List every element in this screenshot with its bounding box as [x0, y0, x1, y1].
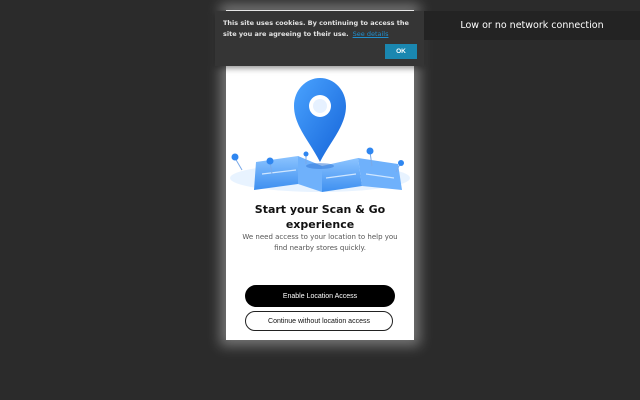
page-subtitle: We need access to your location to help …	[242, 233, 398, 252]
pin-shadow	[306, 163, 334, 169]
cookie-message: This site uses cookies. By continuing to…	[223, 18, 418, 40]
folded-map	[254, 156, 402, 192]
location-illustration	[230, 78, 410, 192]
page-title: Start your Scan & Go experience	[254, 203, 386, 231]
continue-without-location-button[interactable]: Continue without location access	[245, 311, 393, 331]
app-viewport: Start your Scan & Go experience We need …	[0, 0, 640, 400]
cookie-ok-button[interactable]: OK	[385, 44, 417, 59]
cookie-details-link[interactable]: See details	[353, 30, 389, 38]
enable-location-button[interactable]: Enable Location Access	[245, 285, 395, 307]
cookie-banner: This site uses cookies. By continuing to…	[215, 11, 424, 66]
network-status-banner: Low or no network connection	[424, 11, 640, 40]
location-pin-icon	[294, 78, 346, 162]
small-pin-icon	[231, 153, 243, 171]
